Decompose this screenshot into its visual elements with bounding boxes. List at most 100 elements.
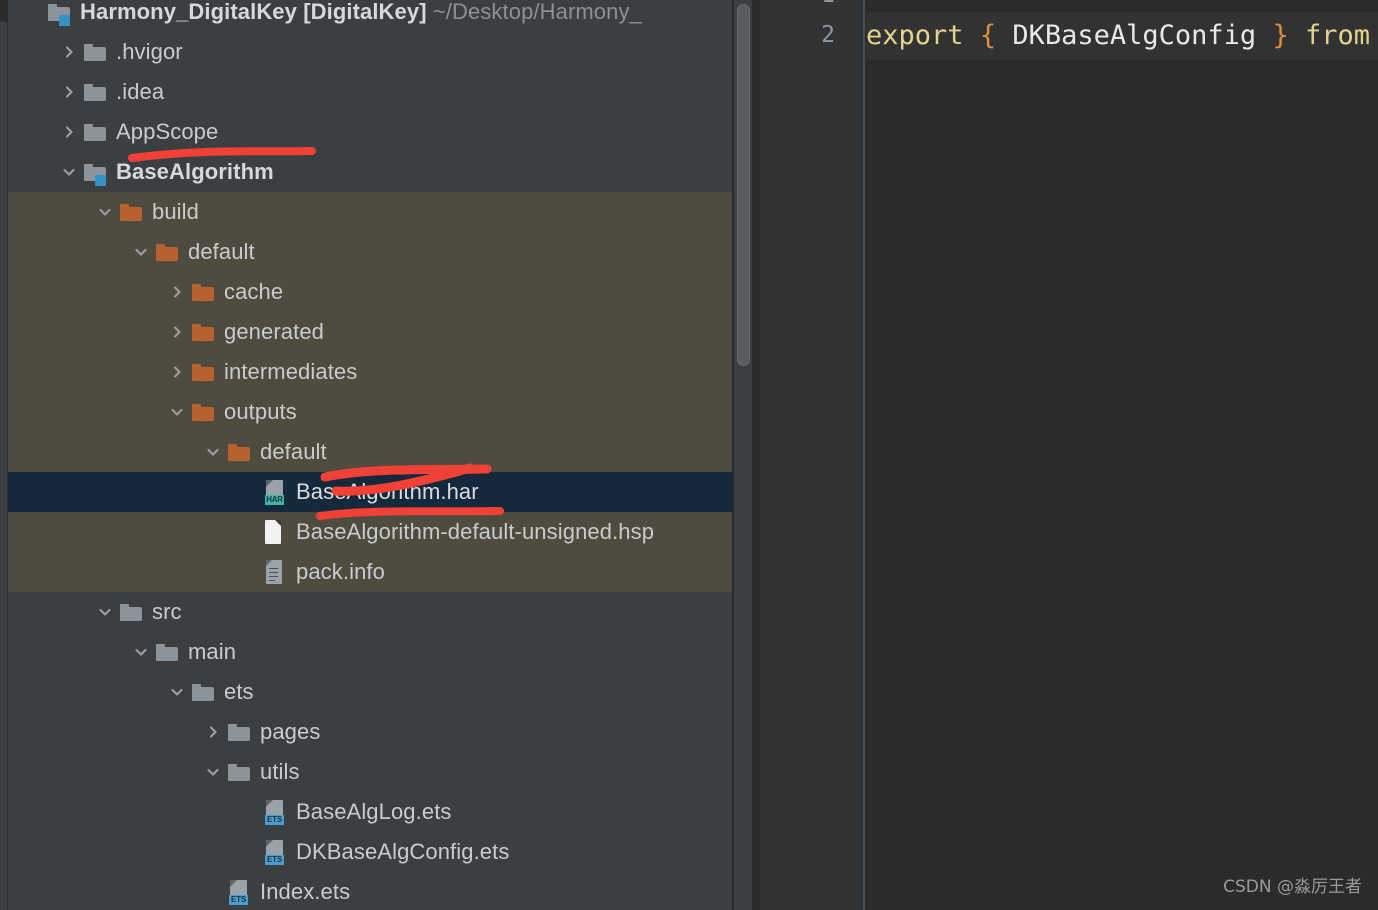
tree-row[interactable]: cache <box>8 272 732 312</box>
folder-orange-icon <box>192 283 214 301</box>
project-tree-scrollbar-thumb[interactable] <box>737 4 750 366</box>
code-token-bracket: } <box>1272 20 1289 51</box>
tree-row[interactable]: src <box>8 592 732 632</box>
tree-row-label: BaseAlgorithm-default-unsigned.hsp <box>296 519 655 544</box>
tree-row-label: default <box>188 239 255 264</box>
tree-row-label: BaseAlgorithm <box>116 159 274 184</box>
tree-collapse-arrow-icon[interactable] <box>58 152 80 192</box>
code-token-bracket: { <box>979 20 997 51</box>
tree-expand-arrow-icon[interactable] <box>166 272 188 312</box>
tree-row[interactable]: AppScope <box>8 112 732 152</box>
tree-row-label: .idea <box>116 79 165 104</box>
tree-row-icon <box>228 432 254 472</box>
tree-collapse-arrow-icon[interactable] <box>94 592 116 632</box>
tree-row-label: default <box>260 439 327 464</box>
tree-expand-arrow-icon[interactable] <box>58 32 80 72</box>
tree-row[interactable]: ets <box>8 672 732 712</box>
tree-row[interactable]: intermediates <box>8 352 732 392</box>
module-badge-icon <box>95 174 106 186</box>
tree-row-label: BaseAlgLog.ets <box>296 799 452 824</box>
tree-row-label: src <box>152 599 182 624</box>
tree-row-icon: ETS <box>264 792 290 832</box>
tree-row[interactable]: outputs <box>8 392 732 432</box>
tree-collapse-arrow-icon[interactable] <box>166 672 188 712</box>
tree-row[interactable]: generated <box>8 312 732 352</box>
tree-row-label: DKBaseAlgConfig.ets <box>296 839 510 864</box>
tree-row-icon <box>192 272 218 312</box>
tree-row[interactable]: HAR BaseAlgorithm.har <box>8 472 732 512</box>
tree-row[interactable]: ETS BaseAlgLog.ets <box>8 792 732 832</box>
folder-grey-icon <box>228 723 250 741</box>
tree-expand-arrow-icon[interactable] <box>202 712 224 752</box>
tree-row[interactable]: pages <box>8 712 732 752</box>
tree-row[interactable]: Harmony_DigitalKey [DigitalKey] ~/Deskto… <box>8 0 732 32</box>
tree-row-icon <box>156 232 182 272</box>
code-editor[interactable]: 1 2 export { DKBaseAlgConfig } from <box>760 0 1378 910</box>
plain-file-icon <box>264 519 283 545</box>
project-tree-scrollbar-track[interactable] <box>734 0 752 910</box>
folder-orange-icon <box>228 443 250 461</box>
tree-row[interactable]: BaseAlgorithm <box>8 152 732 192</box>
tree-row[interactable]: ETS Index.ets <box>8 872 732 910</box>
tree-collapse-arrow-icon[interactable] <box>202 432 224 472</box>
project-tree-panel[interactable]: Harmony_DigitalKey [DigitalKey] ~/Deskto… <box>8 0 732 910</box>
ets-file-icon: ETS <box>264 799 285 825</box>
tree-expand-arrow-icon[interactable] <box>166 352 188 392</box>
tree-expand-arrow-icon[interactable] <box>58 72 80 112</box>
folder-grey-icon <box>84 83 106 101</box>
tool-window-left-strip <box>0 0 8 910</box>
folder-grey-icon <box>84 123 106 141</box>
ets-file-icon: ETS <box>264 839 285 865</box>
tree-row-label: BaseAlgorithm.har <box>296 479 479 504</box>
tree-collapse-arrow-icon[interactable] <box>166 392 188 432</box>
code-token-keyword: from <box>1304 20 1371 51</box>
editor-gutter[interactable]: 1 2 <box>760 0 863 910</box>
tree-collapse-arrow-icon[interactable] <box>94 192 116 232</box>
tree-row-icon <box>228 712 254 752</box>
tree-row-label: generated <box>224 319 324 344</box>
tree-row[interactable]: BaseAlgorithm-default-unsigned.hsp <box>8 512 732 552</box>
tree-row-icon <box>264 512 290 552</box>
folder-orange-icon <box>192 323 214 341</box>
tree-row-icon <box>192 392 218 432</box>
tree-row-icon <box>84 112 110 152</box>
tree-row-icon <box>48 0 74 32</box>
tree-row[interactable]: ETS DKBaseAlgConfig.ets <box>8 832 732 872</box>
tree-row-icon <box>264 552 290 592</box>
tree-expand-arrow-icon[interactable] <box>58 112 80 152</box>
folder-grey-icon <box>120 603 142 621</box>
tree-row-icon <box>84 72 110 112</box>
tree-collapse-arrow-icon[interactable] <box>202 752 224 792</box>
tree-row-icon: ETS <box>228 872 254 910</box>
tree-row-icon <box>120 192 146 232</box>
tree-row-icon <box>192 672 218 712</box>
folder-grey-icon <box>192 683 214 701</box>
folder-orange-icon <box>156 243 178 261</box>
tree-row[interactable]: default <box>8 432 732 472</box>
har-file-icon: HAR <box>264 479 285 505</box>
tree-row[interactable]: .hvigor <box>8 32 732 72</box>
tree-row[interactable]: default <box>8 232 732 272</box>
tree-row[interactable]: .idea <box>8 72 732 112</box>
tree-row[interactable]: pack.info <box>8 552 732 592</box>
tree-row[interactable]: utils <box>8 752 732 792</box>
tree-row-label: Harmony_DigitalKey [DigitalKey] ~/Deskto… <box>80 0 642 24</box>
tree-row-label: utils <box>260 759 300 784</box>
code-line-2[interactable]: export { DKBaseAlgConfig } from <box>866 12 1378 60</box>
tree-collapse-arrow-icon[interactable] <box>130 632 152 672</box>
tree-row-label: outputs <box>224 399 297 424</box>
tree-row-label: ets <box>224 679 254 704</box>
info-file-icon <box>264 559 284 585</box>
tree-expand-arrow-icon[interactable] <box>166 312 188 352</box>
tree-row-icon <box>84 152 110 192</box>
tree-collapse-arrow-icon[interactable] <box>130 232 152 272</box>
tree-row-icon <box>156 632 182 672</box>
folder-orange-icon <box>192 363 214 381</box>
folder-grey-icon <box>156 643 178 661</box>
tree-row-icon <box>228 752 254 792</box>
tree-row[interactable]: build <box>8 192 732 232</box>
tree-row[interactable]: main <box>8 632 732 672</box>
